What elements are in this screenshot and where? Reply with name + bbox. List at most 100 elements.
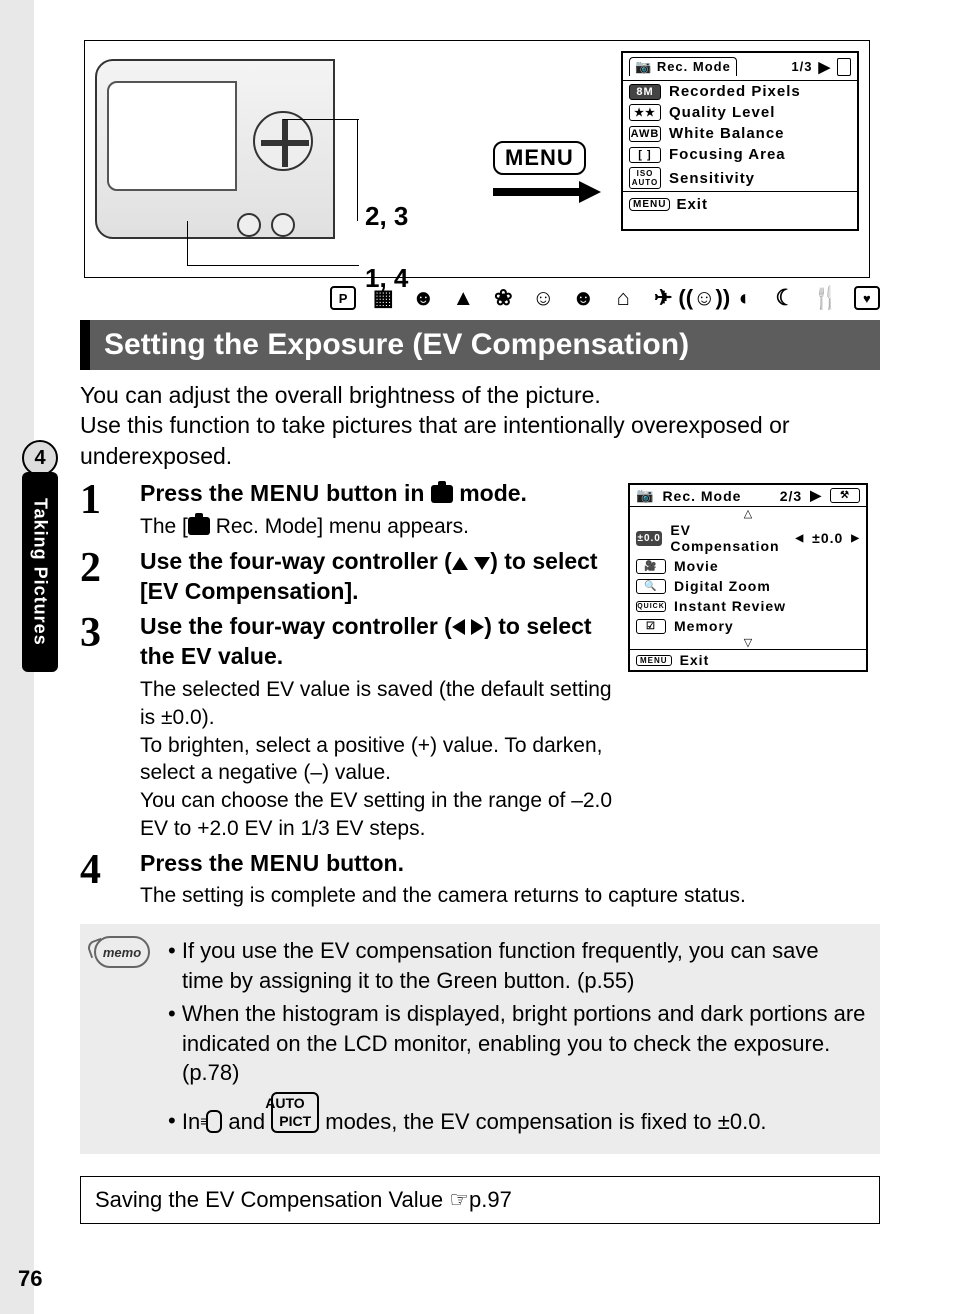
leader-line xyxy=(357,119,358,221)
osd-label: Movie xyxy=(674,558,719,574)
mode-icon: ◐ xyxy=(732,286,758,310)
mode-food-icon: 🍴 xyxy=(812,286,839,310)
osd-icon: 8M xyxy=(629,84,661,100)
step-body: Press the MENU button. The setting is co… xyxy=(140,849,880,911)
auto-pict-icon: AUTOPICT xyxy=(271,1092,319,1134)
ok-button-icon xyxy=(271,213,295,237)
triangle-left-icon xyxy=(452,619,465,635)
osd-row: ±0.0 EV Compensation ◀ ±0.0 ▶ xyxy=(630,520,866,556)
mode-icon: ☺ xyxy=(530,286,556,310)
osd-label: EV Compensation xyxy=(670,522,787,554)
osd-row: AWBWhite Balance xyxy=(623,123,857,144)
osd-exit-row: MENU Exit xyxy=(623,191,857,217)
mode-icon: ✈ xyxy=(650,286,676,310)
osd-row: ★★ Quality Level xyxy=(623,102,857,123)
illustration-box: 2, 3 1, 4 MENU 📷 Rec. Mode 1/3 ▶ 8MRecor… xyxy=(84,40,870,278)
callout-1-4: 1, 4 xyxy=(365,263,408,294)
memo-item: In and AUTOPICT modes, the EV compensati… xyxy=(182,1092,866,1136)
mode-icon: ☻ xyxy=(570,286,596,310)
callout-2-3: 2, 3 xyxy=(365,201,408,232)
mode-icon: ((☺)) xyxy=(690,286,718,310)
osd-icon: ★★ xyxy=(629,104,661,121)
scroll-up-icon: △ xyxy=(630,507,866,520)
osd-title-row: 📷 Rec. Mode 1/3 ▶ xyxy=(623,53,857,81)
osd-row: 🔍Digital Zoom xyxy=(630,576,866,596)
arrow-right-icon xyxy=(493,179,601,205)
mode-heart-icon: ♥ xyxy=(854,286,880,310)
osd-title: Rec. Mode xyxy=(662,488,741,504)
memo-item: If you use the EV compensation function … xyxy=(182,936,866,995)
step-number: 2 xyxy=(80,547,120,607)
mode-icon: ▲ xyxy=(450,286,476,310)
memo-item: When the histogram is displayed, bright … xyxy=(182,999,866,1087)
page: 4 Taking Pictures 2, 3 1, 4 MENU xyxy=(0,0,954,1314)
osd-row: [ ] Focusing Area xyxy=(623,144,857,165)
camera-illustration xyxy=(95,59,335,239)
memo-icon: memo xyxy=(94,936,150,1140)
step-number: 3 xyxy=(80,612,120,842)
page-number: 76 xyxy=(18,1266,42,1292)
osd-value: ±0.0 xyxy=(812,530,843,546)
camera-icon xyxy=(188,517,210,535)
step-body: Use the four-way controller ( ) to selec… xyxy=(140,547,614,607)
memo-block: memo If you use the EV compensation func… xyxy=(80,924,880,1154)
text: Rec. Mode] menu appears. xyxy=(210,515,469,538)
osd-exit-label: Exit xyxy=(680,652,710,668)
menu-chip-small: MENU xyxy=(636,655,672,666)
step-sub: The [ Rec. Mode] menu appears. xyxy=(140,513,614,541)
osd-icon: 🎥 xyxy=(636,559,666,574)
menu-chip: MENU xyxy=(493,141,586,175)
osd-label: Instant Review xyxy=(674,598,786,614)
camera-icon xyxy=(431,485,453,503)
triangle-left-icon: ◀ xyxy=(795,533,804,544)
leader-line xyxy=(283,119,359,120)
triangle-right-icon: ▶ xyxy=(851,533,860,544)
osd-icon: QUICK xyxy=(636,601,666,612)
text: and xyxy=(222,1108,271,1133)
mode-flower-icon: ❀ xyxy=(490,286,516,310)
step-number: 4 xyxy=(80,849,120,911)
osd-exit-row: MENU Exit xyxy=(630,649,866,670)
leader-line xyxy=(187,265,359,266)
step-title: Use the four-way controller ( ) to selec… xyxy=(140,547,614,607)
memo-list: If you use the EV compensation function … xyxy=(168,936,866,1140)
osd-menu-2-wrap: 📷 Rec. Mode 2/3 ▶ ⚒ △ ±0.0 EV Compensati… xyxy=(628,483,880,672)
step-body: Press the MENU button in mode. The [ Rec… xyxy=(140,479,614,541)
osd-row: QUICK Instant Review xyxy=(630,596,866,616)
step-title: Use the four-way controller ( ) to selec… xyxy=(140,612,614,672)
leader-line xyxy=(187,221,188,265)
step-title: Press the MENU button in mode. xyxy=(140,479,614,509)
menu-word: MENU xyxy=(250,850,320,876)
green-mode-icon xyxy=(206,1110,222,1133)
osd-icon: ISO AUTO xyxy=(629,167,661,189)
reference-box: Saving the EV Compensation Value ☞p.97 xyxy=(80,1176,880,1224)
four-way-controller-icon xyxy=(253,111,313,171)
reference-page: p.97 xyxy=(469,1187,512,1212)
step-title: Press the MENU button. xyxy=(140,849,880,879)
triangle-down-icon xyxy=(474,557,490,570)
step-1: 1 Press the MENU button in mode. The [ R… xyxy=(80,479,614,541)
osd-row: 8M Recorded Pixels xyxy=(623,81,857,102)
menu-word: MENU xyxy=(250,480,320,506)
osd-label: Sensitivity xyxy=(669,170,755,187)
osd-page: 2/3 xyxy=(780,488,802,504)
chapter-title: Taking Pictures xyxy=(30,498,51,646)
camera-lcd xyxy=(107,81,237,191)
osd-menu-2: 📷 Rec. Mode 2/3 ▶ ⚒ △ ±0.0 EV Compensati… xyxy=(628,483,868,672)
osd-icon: [ ] xyxy=(629,147,661,163)
setup-tab-icon xyxy=(837,58,851,76)
content-area: 2, 3 1, 4 MENU 📷 Rec. Mode 1/3 ▶ 8M Recor… xyxy=(80,40,880,1224)
text: mode. xyxy=(453,480,527,506)
osd-label: Recorded Pixels xyxy=(669,83,801,100)
reference-text: Saving the EV Compensation Value xyxy=(95,1187,449,1212)
triangle-right-icon: ▶ xyxy=(818,58,831,76)
menu-chip-small: MENU xyxy=(629,198,670,211)
side-tab: 4 Taking Pictures xyxy=(22,440,60,670)
osd-label: Focusing Area xyxy=(669,146,786,163)
osd-label: Quality Level xyxy=(669,104,775,121)
step-3: 3 Use the four-way controller ( ) to sel… xyxy=(80,612,614,842)
mode-icon: ⌂ xyxy=(610,286,636,310)
mode-icon: ☻ xyxy=(410,286,436,310)
step-2: 2 Use the four-way controller ( ) to sel… xyxy=(80,547,614,607)
step-sub: The setting is complete and the camera r… xyxy=(140,882,880,910)
